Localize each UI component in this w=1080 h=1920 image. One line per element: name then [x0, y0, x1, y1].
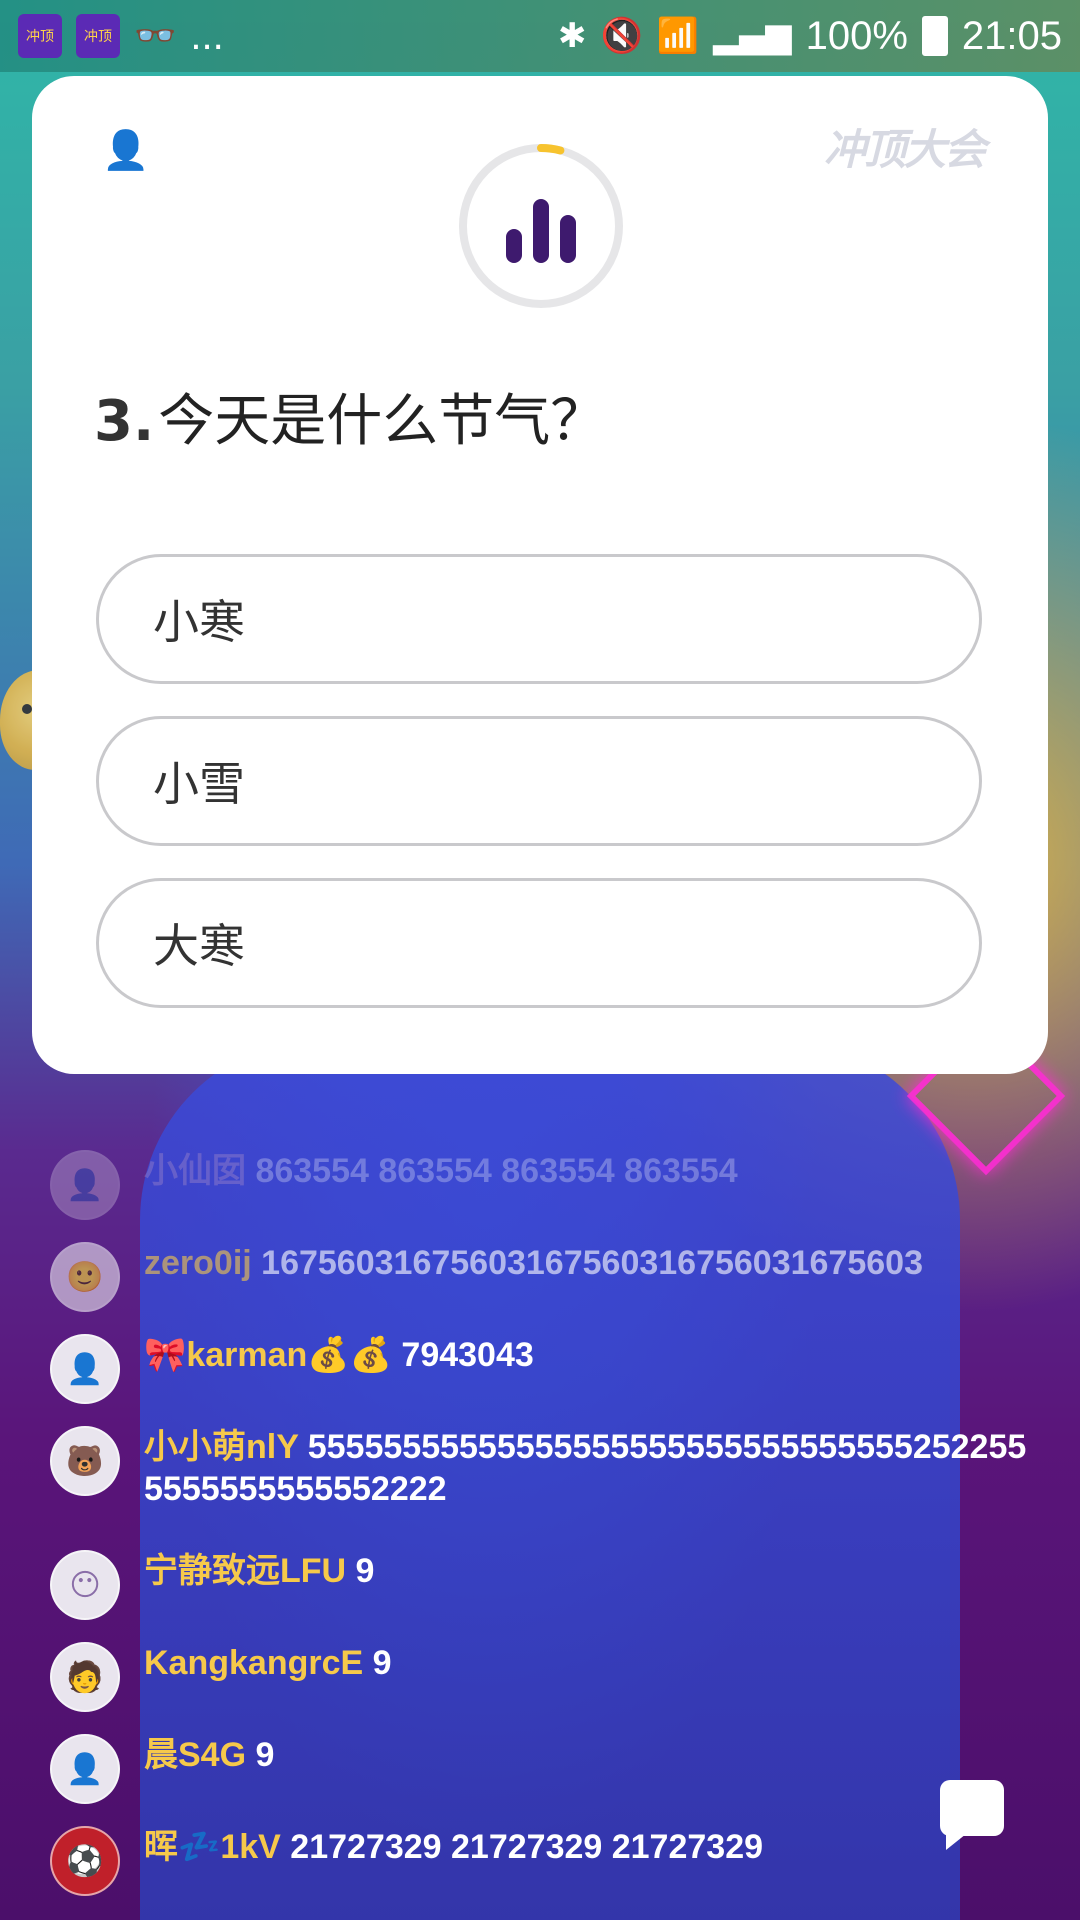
question-text: 今天是什么节气？: [158, 389, 607, 454]
avatar[interactable]: 👤: [50, 1734, 120, 1804]
brand-logo: 冲顶大会: [823, 125, 986, 174]
avatar[interactable]: 🙂: [50, 1242, 120, 1312]
comment-text: 小仙囡 863554 863554 863554 863554: [144, 1150, 738, 1192]
app-notification-icon: 冲顶: [76, 14, 120, 58]
comment-row: 🐻 小小萌nlY 5555555555555555555555555555555…: [50, 1426, 1030, 1510]
battery-percent: 100%: [805, 13, 908, 58]
comment-user: zero0ij: [144, 1244, 252, 1282]
comment-text: 晖💤1kV 21727329 21727329 21727329: [144, 1826, 763, 1868]
timer-ring: [459, 144, 623, 308]
comment-user: KangkangrcE: [144, 1644, 364, 1682]
signal-icon: ▂▄▆: [713, 16, 792, 56]
comment-message: 21727329 21727329 21727329: [290, 1828, 764, 1866]
chat-bubble-icon[interactable]: [940, 1780, 1004, 1850]
question-title: 3. 今天是什么节气？: [94, 376, 994, 457]
comment-text: KangkangrcE 9: [144, 1642, 392, 1684]
app-notification-icon: 冲顶: [18, 14, 62, 58]
comment-text: 🎀karman💰💰 7943043: [144, 1334, 534, 1376]
answer-option-3[interactable]: 大寒: [96, 878, 982, 1008]
question-card: 👤 冲顶大会 3. 今天是什么节气？ 小寒 小雪 大寒: [32, 76, 1048, 1074]
comment-row: 👤 小仙囡 863554 863554 863554 863554: [50, 1150, 1030, 1220]
comment-row: 👤 🎀karman💰💰 7943043: [50, 1334, 1030, 1404]
answer-option-1[interactable]: 小寒: [96, 554, 982, 684]
user-profile-icon[interactable]: 👤: [102, 128, 149, 172]
clock: 21:05: [961, 13, 1062, 58]
comment-text: 小小萌nlY 555555555555555555555555555555552…: [144, 1426, 1030, 1510]
comment-user: 小仙囡: [144, 1152, 246, 1190]
comment-text: 晨S4G 9: [144, 1734, 274, 1776]
question-number: 3.: [94, 389, 155, 454]
comment-text: 宁静致远LFU 9: [144, 1550, 374, 1592]
avatar[interactable]: 👤: [50, 1334, 120, 1404]
comment-row: ⚽ 晖💤1kV 21727329 21727329 21727329: [50, 1826, 1030, 1896]
battery-icon: [921, 16, 948, 56]
bluetooth-icon: ✱: [557, 16, 587, 56]
wifi-icon: 📶: [656, 16, 700, 56]
avatar[interactable]: 😶: [50, 1550, 120, 1620]
avatar[interactable]: 🧑: [50, 1642, 120, 1712]
comment-message: 7943043: [401, 1336, 534, 1374]
status-bar: 冲顶 冲顶 👓 ... ✱ 🔇 📶 ▂▄▆ 100% 21:05: [0, 0, 1080, 72]
comment-row: 👤 晨S4G 9: [50, 1734, 1030, 1804]
comment-row: 🧑 KangkangrcE 9: [50, 1642, 1030, 1712]
comment-message: 9: [255, 1736, 275, 1774]
comment-message: 16756031675603167560316756031675603: [261, 1244, 923, 1282]
comment-text: zero0ij 16756031675603167560316756031675…: [144, 1242, 923, 1284]
comment-message: 863554 863554 863554 863554: [255, 1152, 738, 1190]
comment-user: 晨S4G: [144, 1736, 247, 1774]
vr-glasses-icon: 👓: [134, 16, 177, 56]
countdown-timer: [456, 141, 626, 311]
answer-option-2[interactable]: 小雪: [96, 716, 982, 846]
comment-user: 🎀karman💰💰: [144, 1336, 392, 1374]
comment-row: 😶 宁静致远LFU 9: [50, 1550, 1030, 1620]
comment-user: 晖💤1kV: [144, 1828, 281, 1866]
comment-user: 宁静致远LFU: [144, 1552, 347, 1590]
mute-icon: 🔇: [600, 16, 643, 56]
avatar[interactable]: ⚽: [50, 1826, 120, 1896]
comment-row: 🙂 zero0ij 167560316756031675603167560316…: [50, 1242, 1030, 1312]
comment-message: 9: [355, 1552, 375, 1590]
avatar[interactable]: 👤: [50, 1150, 120, 1220]
comment-message: 9: [372, 1644, 392, 1682]
more-notifications: ...: [190, 13, 224, 58]
stats-bars-icon: [506, 199, 576, 263]
avatar[interactable]: 🐻: [50, 1426, 120, 1496]
comment-user: 小小萌nlY: [144, 1428, 299, 1466]
